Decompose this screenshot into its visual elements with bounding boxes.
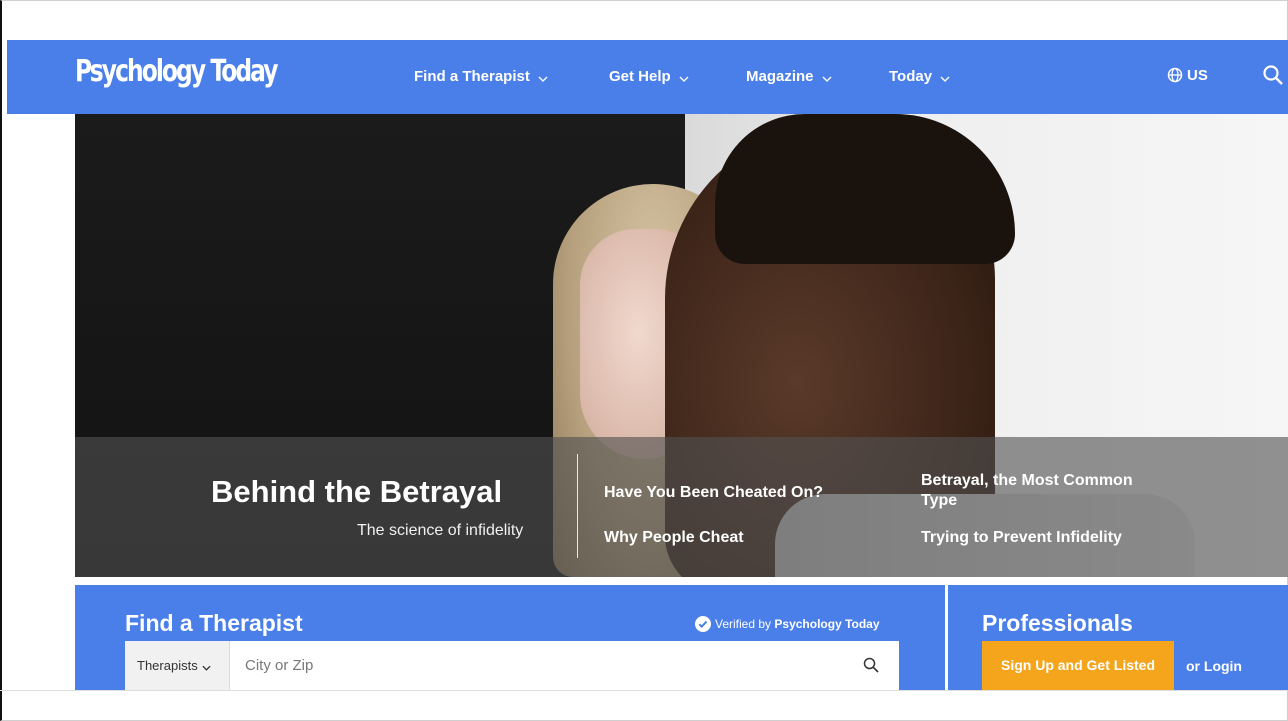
check-circle-icon <box>695 616 711 632</box>
globe-icon <box>1167 67 1183 83</box>
verified-prefix: Verified by <box>715 617 772 631</box>
nav-item-label: Get Help <box>609 68 671 85</box>
top-nav: Psychology Today Find a Therapist Get He… <box>7 40 1288 114</box>
region-selector[interactable]: US <box>1167 67 1208 84</box>
nav-item-label: Magazine <box>746 68 814 85</box>
professionals-title: Professionals <box>982 610 1133 636</box>
search-icon[interactable] <box>1262 64 1284 91</box>
verified-badge: Verified by Psychology Today <box>695 616 880 632</box>
hero-link-most-common-type[interactable]: Betrayal, the Most Common Type <box>921 471 1171 511</box>
hero-link-prevent-infidelity[interactable]: Trying to Prevent Infidelity <box>921 528 1122 548</box>
chevron-down-icon <box>202 642 211 691</box>
nav-item-label: Find a Therapist <box>414 68 530 85</box>
chevron-down-icon <box>822 69 832 86</box>
chevron-down-icon <box>940 69 950 86</box>
chevron-down-icon <box>538 69 548 86</box>
nav-item-label: Today <box>889 68 933 85</box>
hero-link-cheated-on[interactable]: Have You Been Cheated On? <box>604 483 823 503</box>
provider-type-value: Therapists <box>137 658 198 673</box>
region-label: US <box>1187 67 1208 84</box>
provider-type-select[interactable]: Therapists <box>125 641 230 690</box>
search-icon[interactable] <box>863 657 879 678</box>
find-therapist-section: Find a Therapist Verified by Psychology … <box>75 585 945 690</box>
nav-get-help[interactable]: Get Help <box>609 68 689 86</box>
verified-brand: Psychology Today <box>774 617 880 631</box>
hero-subtitle: The science of infidelity <box>357 522 524 539</box>
hero-banner[interactable]: Behind the Betrayal The science of infid… <box>75 114 1288 577</box>
nav-find-therapist[interactable]: Find a Therapist <box>414 68 548 86</box>
chevron-down-icon <box>679 69 689 86</box>
hero-divider <box>577 454 578 558</box>
nav-today[interactable]: Today <box>889 68 950 86</box>
find-therapist-title: Find a Therapist <box>125 610 303 636</box>
city-zip-input[interactable] <box>231 641 851 690</box>
site-logo[interactable]: Psychology Today <box>75 54 279 89</box>
hero-title[interactable]: Behind the Betrayal <box>211 474 502 510</box>
login-link[interactable]: or Login <box>1186 658 1242 674</box>
therapist-search-bar: Therapists <box>125 641 899 690</box>
hero-link-why-people-cheat[interactable]: Why People Cheat <box>604 528 744 548</box>
professionals-section: Professionals Sign Up and Get Listed or … <box>948 585 1288 690</box>
page-bottom-border <box>0 690 1288 691</box>
sign-up-button[interactable]: Sign Up and Get Listed <box>982 641 1174 690</box>
nav-magazine[interactable]: Magazine <box>746 68 832 86</box>
